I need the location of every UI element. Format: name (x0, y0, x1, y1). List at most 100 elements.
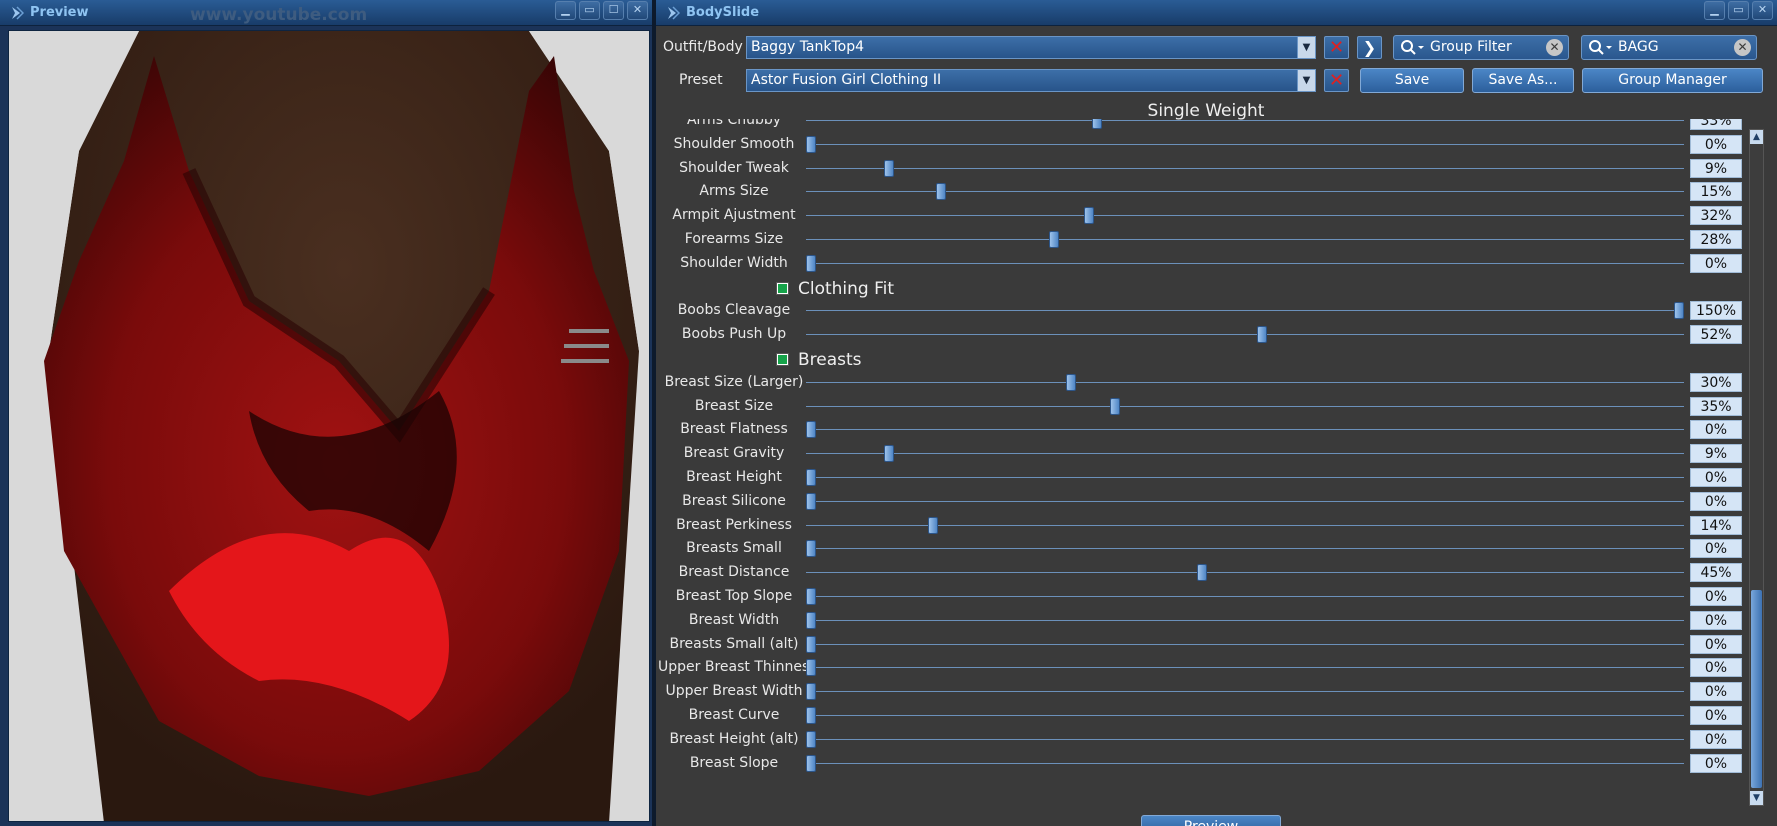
group-checkbox[interactable] (776, 281, 789, 295)
group-manager-button[interactable]: Group Manager (1582, 68, 1763, 93)
slider-value-field[interactable]: 0% (1690, 134, 1742, 154)
slider-track[interactable] (806, 738, 1684, 740)
slider-thumb[interactable] (1066, 373, 1077, 391)
slider-value-field[interactable]: 0% (1690, 706, 1742, 725)
slider-thumb[interactable] (806, 754, 816, 772)
slider-thumb[interactable] (806, 492, 816, 510)
slider-track[interactable] (806, 334, 1684, 336)
slider-value-field[interactable]: 32% (1690, 206, 1742, 226)
clear-preset-button[interactable]: ✕ (1324, 69, 1349, 92)
slider-track[interactable] (806, 548, 1684, 550)
slider-value-field[interactable]: 15% (1690, 182, 1742, 202)
minimize-icon[interactable]: ▁ (1704, 1, 1725, 20)
clear-search-icon[interactable]: ✕ (1734, 39, 1751, 56)
slider-value-field[interactable]: 0% (1690, 253, 1742, 273)
slider-value-field[interactable]: 0% (1690, 587, 1742, 606)
slider-thumb[interactable] (806, 730, 816, 748)
slider-thumb[interactable] (1049, 231, 1060, 248)
outfit-filter-search[interactable]: BAGG ✕ (1581, 35, 1757, 60)
slider-track[interactable] (806, 619, 1684, 621)
chevron-down-icon[interactable]: ▼ (1297, 37, 1315, 58)
preview-title-bar[interactable]: Preview www.youtube.com ▁ ▭ ☐ ✕ (0, 0, 652, 26)
slider-thumb[interactable] (806, 421, 816, 439)
slider-value-field[interactable]: 52% (1690, 325, 1742, 345)
slider-track[interactable] (806, 524, 1684, 526)
slider-track[interactable] (806, 167, 1684, 169)
slider-track[interactable] (806, 667, 1684, 669)
slider-thumb[interactable] (1109, 397, 1120, 415)
slider-thumb[interactable] (1092, 119, 1103, 129)
slider-value-field[interactable]: 33% (1690, 119, 1742, 130)
restore-icon[interactable]: ▭ (579, 1, 600, 20)
slider-thumb[interactable] (884, 445, 895, 463)
slider-thumb[interactable] (884, 159, 895, 177)
chevron-down-icon[interactable]: ▼ (1297, 70, 1315, 91)
slider-value-field[interactable]: 0% (1690, 539, 1742, 559)
clear-search-icon[interactable]: ✕ (1546, 39, 1563, 56)
slider-thumb[interactable] (806, 469, 816, 486)
slider-value-field[interactable]: 0% (1690, 682, 1742, 702)
slider-track[interactable] (806, 643, 1684, 645)
outfit-action-button[interactable]: ❯ (1357, 36, 1382, 59)
slider-track[interactable] (806, 381, 1684, 383)
slider-thumb[interactable] (936, 183, 947, 201)
slider-track[interactable] (806, 215, 1684, 217)
slider-value-field[interactable]: 0% (1690, 753, 1742, 773)
scrollbar-thumb[interactable] (1751, 590, 1762, 788)
maximize-icon[interactable]: ☐ (603, 1, 624, 20)
slider-thumb[interactable] (806, 683, 816, 701)
preset-dropdown[interactable]: Astor Fusion Girl Clothing II ▼ (746, 69, 1316, 92)
slider-track[interactable] (806, 405, 1684, 407)
slider-value-field[interactable]: 0% (1690, 610, 1742, 630)
slider-track[interactable] (806, 500, 1684, 502)
slider-thumb[interactable] (806, 635, 816, 653)
clear-outfit-button[interactable]: ✕ (1324, 36, 1349, 59)
slider-track[interactable] (806, 715, 1684, 716)
slider-value-field[interactable]: 0% (1690, 658, 1742, 678)
slider-thumb[interactable] (806, 254, 816, 272)
slider-thumb[interactable] (1196, 564, 1207, 582)
restore-icon[interactable]: ▭ (1728, 1, 1749, 20)
slider-track[interactable] (806, 477, 1684, 478)
group-filter-search[interactable]: Group Filter ✕ (1393, 35, 1569, 60)
close-icon[interactable]: ✕ (627, 1, 648, 20)
slider-thumb[interactable] (1257, 326, 1268, 344)
slider-value-field[interactable]: 0% (1690, 634, 1742, 654)
slider-thumb[interactable] (806, 659, 816, 677)
slider-value-field[interactable]: 14% (1690, 515, 1742, 535)
slider-track[interactable] (806, 596, 1684, 597)
slider-scrollbar[interactable]: ▲ ▼ (1749, 129, 1764, 806)
minimize-icon[interactable]: ▁ (555, 1, 576, 20)
slider-track[interactable] (806, 310, 1684, 312)
slider-value-field[interactable]: 0% (1690, 420, 1742, 440)
slider-thumb[interactable] (806, 611, 816, 629)
slider-value-field[interactable]: 9% (1690, 158, 1742, 178)
slider-value-field[interactable]: 30% (1690, 372, 1742, 392)
slider-track[interactable] (806, 239, 1684, 240)
slider-track[interactable] (806, 120, 1684, 121)
bodyslide-title-bar[interactable]: BodySlide ▁ ▭ ✕ (656, 0, 1777, 26)
slider-thumb[interactable] (806, 588, 816, 605)
slider-thumb[interactable] (1674, 302, 1684, 320)
slider-track[interactable] (806, 572, 1684, 574)
slider-thumb[interactable] (806, 540, 816, 558)
slider-thumb[interactable] (806, 707, 816, 724)
slider-track[interactable] (806, 691, 1684, 693)
save-button[interactable]: Save (1360, 68, 1464, 93)
slider-track[interactable] (806, 262, 1684, 264)
slider-value-field[interactable]: 0% (1690, 491, 1742, 511)
slider-value-field[interactable]: 35% (1690, 396, 1742, 416)
slider-thumb[interactable] (806, 135, 816, 153)
slider-value-field[interactable]: 28% (1690, 230, 1742, 249)
slider-value-field[interactable]: 45% (1690, 563, 1742, 583)
slider-value-field[interactable]: 0% (1690, 468, 1742, 487)
group-checkbox[interactable] (776, 353, 789, 366)
close-icon[interactable]: ✕ (1752, 1, 1773, 20)
scroll-down-icon[interactable]: ▼ (1750, 791, 1763, 805)
scroll-up-icon[interactable]: ▲ (1750, 130, 1763, 144)
save-as-button[interactable]: Save As... (1472, 68, 1574, 93)
slider-track[interactable] (806, 143, 1684, 145)
slider-value-field[interactable]: 150% (1690, 301, 1742, 321)
slider-value-field[interactable]: 0% (1690, 729, 1742, 749)
slider-track[interactable] (806, 762, 1684, 764)
